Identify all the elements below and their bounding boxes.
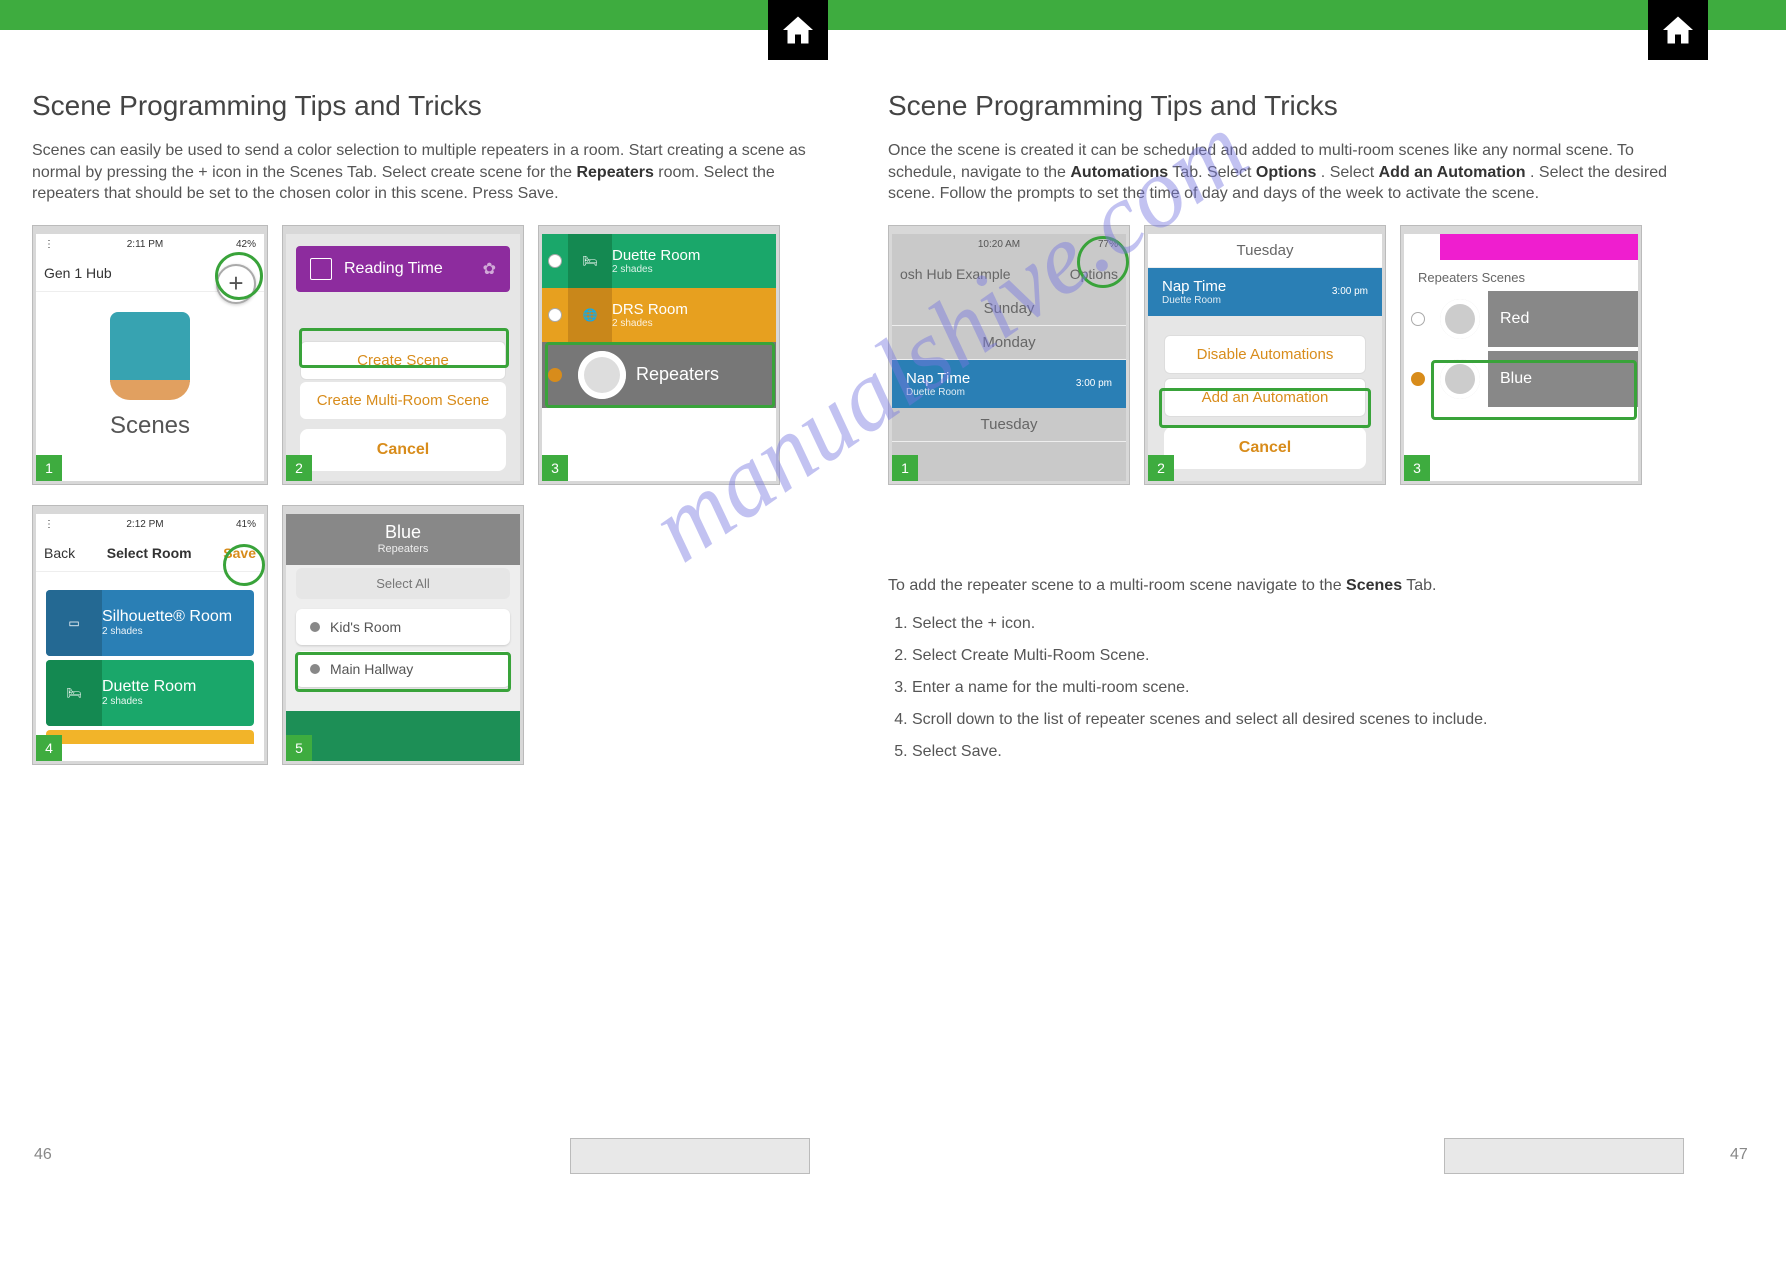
screenshot-row-2: ⋮ 2:12 PM 41% Back Select Room Save ▭ Si… [32, 505, 842, 765]
disable-automations-option[interactable]: Disable Automations [1164, 335, 1366, 374]
scenes-label: Scenes [36, 412, 264, 440]
step-3: Enter a name for the multi-room scene. [912, 676, 1698, 700]
page-title: Scene Programming Tips and Tricks [32, 90, 842, 122]
window-icon: ▭ [46, 590, 102, 656]
step-badge: 1 [892, 455, 918, 481]
screenshot-4: ⋮ 2:12 PM 41% Back Select Room Save ▭ Si… [32, 505, 268, 765]
day-tuesday: Tuesday [1148, 234, 1382, 268]
bed-icon: 🛏 [46, 660, 102, 726]
step-badge: 2 [1148, 455, 1174, 481]
step-1: Select the + icon. [912, 612, 1698, 636]
existing-scene-row: Reading Time ✿ [296, 246, 510, 292]
day-tuesday: Tuesday [892, 408, 1126, 442]
screenshot-r1: 10:20 AM77% osh Hub Example Options Sund… [888, 225, 1130, 485]
intro-text: Once the scene is created it can be sche… [888, 140, 1698, 205]
automation-row: Nap TimeDuette Room 3:00 pm [1148, 268, 1382, 316]
gear-icon: ✿ [483, 259, 496, 279]
room-card-partial [46, 730, 254, 744]
step-5: Select Save. [912, 740, 1698, 764]
highlight-circle [215, 252, 263, 300]
bed-icon: 🛏 [568, 234, 612, 288]
step-badge: 1 [36, 455, 62, 481]
day-sunday: Sunday [892, 292, 1126, 326]
highlight-rect [1431, 360, 1637, 420]
step-4: Scroll down to the list of repeater scen… [912, 708, 1698, 732]
status-bar: ⋮ 2:12 PM 41% [36, 514, 264, 536]
magenta-header [1440, 234, 1638, 260]
footer-box-right[interactable] [1444, 1138, 1684, 1174]
day-monday: Monday [892, 326, 1126, 360]
create-multi-room-option[interactable]: Create Multi-Room Scene [300, 382, 506, 419]
home-icon [1660, 12, 1696, 48]
highlight-circle [223, 544, 265, 586]
room-row-drs[interactable]: 🌐 DRS Room 2 shades [542, 288, 776, 342]
home-button-right[interactable] [1648, 0, 1708, 60]
highlight-rect [295, 652, 511, 692]
globe-icon: 🌐 [568, 288, 612, 342]
scene-header: Blue Repeaters [286, 514, 520, 565]
screenshot-row-1: ⋮ 2:11 PM 42% Gen 1 Hub + Scenes 1 [32, 225, 842, 485]
home-icon [780, 12, 816, 48]
screenshot-1: ⋮ 2:11 PM 42% Gen 1 Hub + Scenes 1 [32, 225, 268, 485]
intro-text: Scenes can easily be used to send a colo… [32, 140, 842, 205]
room-row-duette[interactable]: 🛏 Duette Room 2 shades [542, 234, 776, 288]
scene-illustration [110, 312, 190, 382]
highlight-circle [1077, 236, 1129, 288]
repeater-item-kids[interactable]: Kid's Room [296, 609, 510, 645]
room-card-duette[interactable]: 🛏 Duette Room2 shades [46, 660, 254, 726]
radio-icon [1411, 312, 1425, 326]
select-all-button[interactable]: Select All [296, 568, 510, 599]
footer-box-left[interactable] [570, 1138, 810, 1174]
screenshot-r3: Repeaters Scenes Red Blue 3 [1400, 225, 1642, 485]
screenshot-3: 🛏 Duette Room 2 shades 🌐 DRS Room 2 shad… [538, 225, 780, 485]
back-button[interactable]: Back [44, 545, 75, 561]
radio-checked-icon [1411, 372, 1425, 386]
dot-icon [310, 622, 320, 632]
scene-red[interactable]: Red [1404, 291, 1638, 347]
top-bar [0, 0, 1786, 30]
wifi-icon: ⋮ [44, 519, 54, 530]
highlight-rect [1159, 388, 1371, 428]
left-page: Scene Programming Tips and Tricks Scenes… [32, 60, 842, 765]
step-badge: 2 [286, 455, 312, 481]
cancel-button[interactable]: Cancel [1164, 427, 1366, 469]
screenshot-row: 10:20 AM77% osh Hub Example Options Sund… [888, 225, 1698, 485]
screenshot-2: Reading Time ✿ Create Scene Create Multi… [282, 225, 524, 485]
step-badge: 3 [542, 455, 568, 481]
step-2: Select Create Multi-Room Scene. [912, 644, 1698, 668]
page-title: Scene Programming Tips and Tricks [888, 90, 1698, 122]
page-number-left: 46 [34, 1146, 52, 1164]
section-label: Repeaters Scenes [1404, 260, 1638, 291]
radio-icon [548, 254, 562, 268]
book-icon [310, 258, 332, 280]
highlight-rect [545, 342, 775, 408]
step-badge: 4 [36, 735, 62, 761]
step-badge: 5 [286, 735, 312, 761]
radio-icon [548, 308, 562, 322]
home-button-left[interactable] [768, 0, 828, 60]
done-bar[interactable] [286, 711, 520, 761]
repeater-avatar [1440, 299, 1480, 339]
step-badge: 3 [1404, 455, 1430, 481]
steps-block: To add the repeater scene to a multi-roo… [888, 575, 1698, 765]
automation-row[interactable]: Nap TimeDuette Room 3:00 pm [892, 360, 1126, 408]
highlight-rect [299, 328, 509, 368]
ordered-steps: Select the + icon. Select Create Multi-R… [912, 612, 1698, 764]
wifi-icon: ⋮ [44, 239, 54, 250]
cancel-button[interactable]: Cancel [300, 429, 506, 471]
page-number-right: 47 [1730, 1146, 1748, 1164]
right-page: Scene Programming Tips and Tricks Once t… [888, 60, 1698, 772]
list-intro: To add the repeater scene to a multi-roo… [888, 575, 1698, 597]
room-card-silhouette[interactable]: ▭ Silhouette® Room2 shades [46, 590, 254, 656]
screenshot-5: Blue Repeaters Select All Kid's Room Mai… [282, 505, 524, 765]
screenshot-r2: Tuesday Nap TimeDuette Room 3:00 pm Disa… [1144, 225, 1386, 485]
